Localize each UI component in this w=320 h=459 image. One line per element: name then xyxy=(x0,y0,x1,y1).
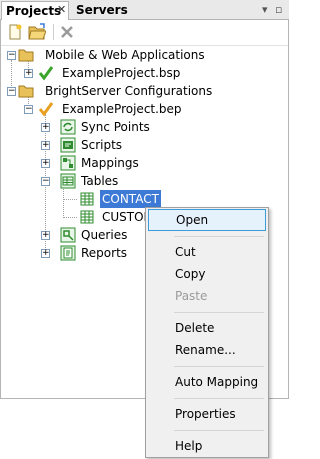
menu-item-rename[interactable]: Rename... xyxy=(148,339,266,361)
tab-bar: Projects ✕ Servers ▾ ▫ xyxy=(0,0,289,20)
tab-projects-label: Projects xyxy=(6,4,62,18)
tree-item-label: Mappings xyxy=(81,156,139,170)
tree-item-label: Tables xyxy=(81,174,119,188)
tree-guide xyxy=(63,199,77,200)
tree-item-exampleproject-bsp[interactable]: + ExampleProject.bsp xyxy=(1,64,288,82)
collapse-icon[interactable]: − xyxy=(41,177,50,186)
menu-item-copy[interactable]: Copy xyxy=(148,263,266,285)
tree-item-label: Scripts xyxy=(81,138,123,152)
tree-item-label: CONTACT xyxy=(100,190,161,208)
collapse-icon[interactable]: − xyxy=(7,51,16,60)
table-icon xyxy=(80,192,94,206)
queries-icon xyxy=(60,227,76,243)
open-folder-icon[interactable] xyxy=(28,23,46,41)
expand-icon[interactable]: + xyxy=(41,159,50,168)
tab-servers[interactable]: Servers xyxy=(72,1,147,20)
folder-icon xyxy=(18,49,34,62)
tree-item-tables[interactable]: − Tables xyxy=(1,172,288,190)
tree-item-mappings[interactable]: + Mappings xyxy=(1,154,288,172)
menu-item-open[interactable]: Open xyxy=(148,209,266,231)
mappings-icon xyxy=(60,155,76,171)
reports-icon xyxy=(60,245,76,261)
collapse-icon[interactable]: − xyxy=(7,87,16,96)
table-icon xyxy=(80,210,94,224)
expand-icon[interactable]: + xyxy=(41,141,50,150)
tree-item-label: Mobile & Web Applications xyxy=(45,48,205,62)
expand-icon[interactable]: + xyxy=(24,69,33,78)
folder-icon xyxy=(18,85,34,98)
tree-guide xyxy=(63,217,77,218)
minimize-icon[interactable]: ▾ xyxy=(262,3,268,16)
tree-item-label: ExampleProject.bep xyxy=(62,102,182,116)
expand-icon[interactable]: + xyxy=(41,231,50,240)
context-menu: Open Cut Copy Paste Delete Rename... Aut… xyxy=(145,207,269,458)
menu-separator xyxy=(174,236,264,237)
expand-icon[interactable]: + xyxy=(41,249,50,258)
tree-item-exampleproject-bep[interactable]: − ExampleProject.bep xyxy=(1,100,288,118)
tab-projects[interactable]: Projects ✕ xyxy=(1,1,69,20)
tree-item-label: ExampleProject.bsp xyxy=(62,66,181,80)
menu-separator xyxy=(174,366,264,367)
tree-item-label: BrightServer Configurations xyxy=(45,84,213,98)
expand-icon[interactable]: + xyxy=(41,123,50,132)
menu-separator xyxy=(174,430,264,431)
maximize-icon[interactable]: ▫ xyxy=(275,3,282,16)
menu-item-auto-mapping[interactable]: Auto Mapping xyxy=(148,371,266,393)
toolbar-separator xyxy=(53,24,54,40)
tree-item-brightserver-configs[interactable]: − BrightServer Configurations xyxy=(1,82,288,100)
menu-item-cut[interactable]: Cut xyxy=(148,241,266,263)
tree-item-scripts[interactable]: + Scripts xyxy=(1,136,288,154)
menu-item-delete[interactable]: Delete xyxy=(148,317,266,339)
tables-icon xyxy=(60,173,76,189)
menu-item-paste[interactable]: Paste xyxy=(148,285,266,307)
collapse-icon[interactable]: − xyxy=(24,105,33,114)
tab-servers-label: Servers xyxy=(76,3,128,17)
tree-item-label: Reports xyxy=(81,246,128,260)
new-file-icon[interactable] xyxy=(6,23,24,41)
toolbar xyxy=(1,20,288,46)
tree-item-label: Queries xyxy=(81,228,128,242)
close-icon[interactable]: ✕ xyxy=(57,3,66,16)
green-check-project-icon xyxy=(38,66,54,81)
tree-item-sync-points[interactable]: + Sync Points xyxy=(1,118,288,136)
menu-item-help[interactable]: Help xyxy=(148,435,266,457)
tree-item-contact[interactable]: CONTACT xyxy=(1,190,288,208)
tree-item-label: Sync Points xyxy=(81,120,150,134)
scripts-icon xyxy=(60,137,76,153)
delete-x-icon[interactable] xyxy=(58,23,76,41)
orange-check-project-icon xyxy=(38,102,54,117)
menu-separator xyxy=(174,398,264,399)
sync-points-icon xyxy=(60,119,76,135)
tree-item-mobile-web-apps[interactable]: − Mobile & Web Applications xyxy=(1,46,288,64)
menu-separator xyxy=(174,312,264,313)
menu-item-properties[interactable]: Properties xyxy=(148,403,266,425)
